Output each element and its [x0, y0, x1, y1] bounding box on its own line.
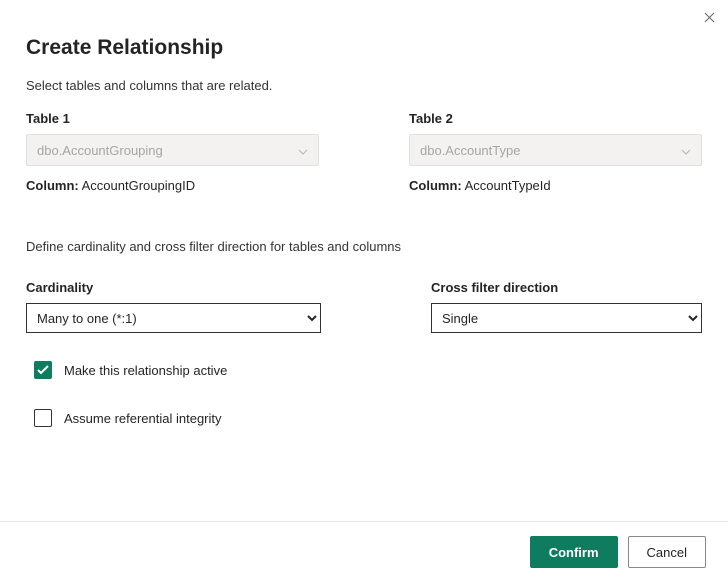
- chevron-down-icon: [298, 143, 308, 158]
- checkbox-refint-label[interactable]: Assume referential integrity: [64, 411, 222, 426]
- table1-label: Table 1: [26, 111, 319, 126]
- cross-filter-label: Cross filter direction: [431, 280, 702, 295]
- cardinality-col: Cardinality Many to one (*:1): [26, 280, 321, 333]
- checkbox-active[interactable]: [34, 361, 52, 379]
- checkboxes-group: Make this relationship active Assume ref…: [26, 361, 702, 427]
- table2-column-value: AccountTypeId: [465, 178, 551, 193]
- cancel-button[interactable]: Cancel: [628, 536, 706, 568]
- tables-row: Table 1 dbo.AccountGrouping Column: Acco…: [26, 111, 702, 193]
- cardinality-label: Cardinality: [26, 280, 321, 295]
- dialog-title: Create Relationship: [26, 36, 702, 60]
- checkbox-active-row: Make this relationship active: [34, 361, 702, 379]
- table1-column: Column: AccountGroupingID: [26, 178, 319, 193]
- dialog-subtitle: Select tables and columns that are relat…: [26, 78, 702, 93]
- table1-value: dbo.AccountGrouping: [37, 143, 163, 158]
- cross-filter-col: Cross filter direction Single: [431, 280, 702, 333]
- cardinality-section: Define cardinality and cross filter dire…: [26, 239, 702, 427]
- cardinality-select[interactable]: Many to one (*:1): [26, 303, 321, 333]
- table1-select: dbo.AccountGrouping: [26, 134, 319, 166]
- section2-desc: Define cardinality and cross filter dire…: [26, 239, 702, 254]
- close-icon: [704, 12, 715, 23]
- check-icon: [37, 365, 49, 375]
- cardinality-row: Cardinality Many to one (*:1) Cross filt…: [26, 280, 702, 333]
- create-relationship-dialog: Create Relationship Select tables and co…: [0, 0, 728, 427]
- table2-column-label: Column:: [409, 178, 462, 193]
- table1-column-value: AccountGroupingID: [82, 178, 195, 193]
- checkbox-refint-row: Assume referential integrity: [34, 409, 702, 427]
- table2-col: Table 2 dbo.AccountType Column: AccountT…: [409, 111, 702, 193]
- chevron-down-icon: [681, 143, 691, 158]
- close-button[interactable]: [700, 8, 718, 26]
- table2-label: Table 2: [409, 111, 702, 126]
- dialog-footer: Confirm Cancel: [0, 521, 728, 582]
- cross-filter-select[interactable]: Single: [431, 303, 702, 333]
- table1-col: Table 1 dbo.AccountGrouping Column: Acco…: [26, 111, 319, 193]
- table1-column-label: Column:: [26, 178, 79, 193]
- table2-column: Column: AccountTypeId: [409, 178, 702, 193]
- checkbox-active-label[interactable]: Make this relationship active: [64, 363, 227, 378]
- table2-select: dbo.AccountType: [409, 134, 702, 166]
- checkbox-refint[interactable]: [34, 409, 52, 427]
- confirm-button[interactable]: Confirm: [530, 536, 618, 568]
- table2-value: dbo.AccountType: [420, 143, 520, 158]
